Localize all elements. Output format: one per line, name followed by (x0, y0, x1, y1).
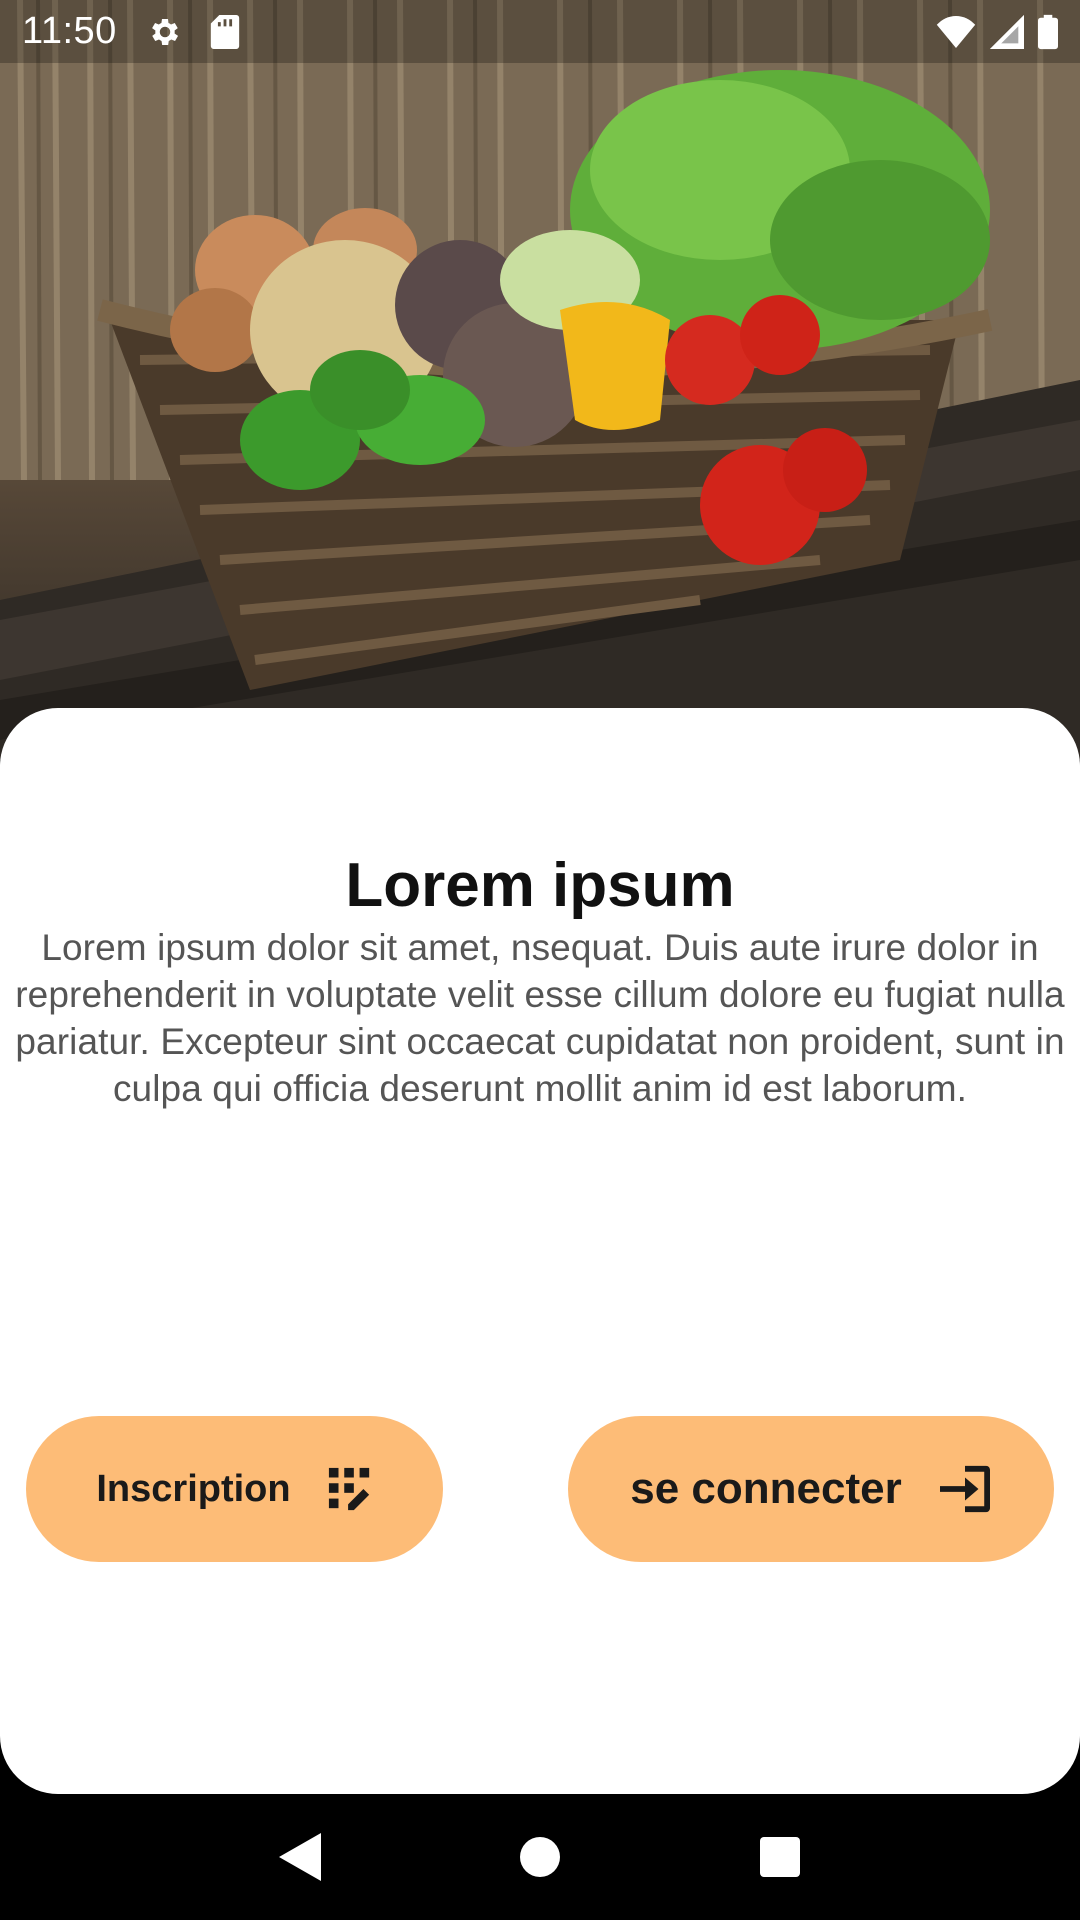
content-card: Lorem ipsum Lorem ipsum dolor sit amet, … (0, 708, 1080, 1794)
description-line: pariatur. Excepteur sint occaecat cupida… (15, 1021, 1065, 1062)
app-registration-icon (327, 1466, 373, 1512)
home-icon[interactable] (510, 1827, 570, 1887)
recents-icon[interactable] (750, 1827, 810, 1887)
description-line: reprehenderit in voluptate velit esse ci… (15, 974, 1065, 1015)
signup-button-label: Inscription (96, 1467, 291, 1510)
description-line: Lorem ipsum dolor sit amet, nsequat. Dui… (41, 927, 1039, 968)
login-button-label: se connecter (630, 1464, 902, 1513)
hero-image (0, 0, 1080, 760)
signup-button[interactable]: Inscription (26, 1416, 443, 1562)
sd-card-icon (205, 12, 245, 52)
status-time: 11:50 (22, 10, 117, 52)
page-title: Lorem ipsum (345, 851, 735, 920)
status-right-icons (936, 14, 1058, 50)
signal-icon (990, 14, 1024, 49)
description-text: Lorem ipsum dolor sit amet, nsequat. Dui… (0, 924, 1080, 1112)
status-bar: 11:50 (0, 0, 1080, 63)
vegetable-basket-illustration (0, 0, 1080, 760)
description-line: culpa qui officia deserunt mollit anim i… (112, 1068, 968, 1109)
login-button[interactable]: se connecter (568, 1416, 1054, 1562)
back-icon[interactable] (270, 1827, 330, 1887)
screen: 11:50 Lorem ipsum Lorem ipsum dolor sit … (0, 0, 1080, 1920)
settings-icon (145, 12, 185, 52)
login-icon (938, 1464, 992, 1514)
wifi-icon (936, 15, 976, 48)
battery-icon (1038, 14, 1058, 50)
navigation-bar (0, 1794, 1080, 1920)
